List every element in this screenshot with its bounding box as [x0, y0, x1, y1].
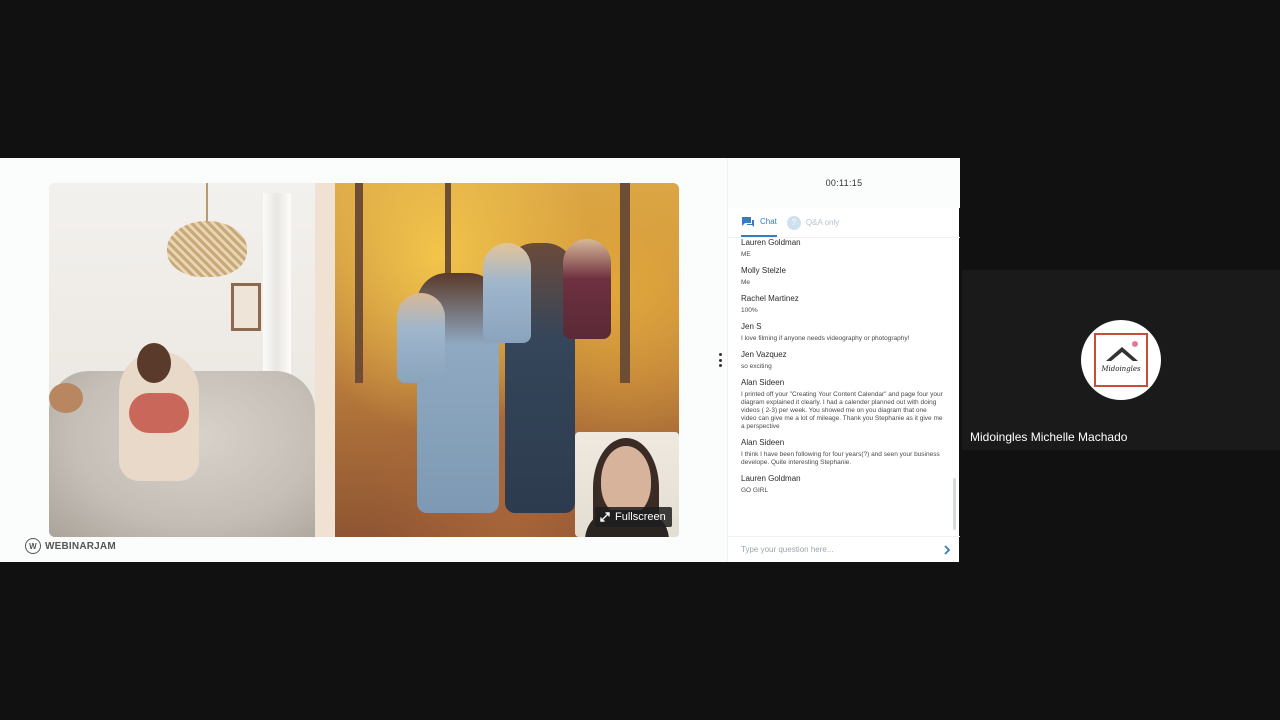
chat-message: Alan Sideen I think I have been followin…: [741, 438, 944, 467]
presenter-face: [601, 446, 651, 516]
message-text: so exciting: [741, 363, 772, 370]
presentation-stage: Fullscreen W WEBINARJAM: [0, 158, 727, 562]
message-author: Molly Stelzle: [741, 266, 786, 275]
chat-message: Rachel Martinez 100%: [741, 294, 944, 315]
participant-name: Midoingles Michelle Machado: [970, 430, 1128, 444]
chat-tabs: Chat ? Q&A only: [728, 208, 960, 238]
message-text: I printed off your "Creating Your Conten…: [741, 391, 943, 430]
question-icon: ?: [786, 215, 801, 230]
teddy-bear: [49, 383, 83, 413]
message-text: GO GIRL: [741, 487, 769, 494]
chat-message: Alan Sideen I printed off your "Creating…: [741, 378, 944, 431]
chat-message: Jen Vazquez so exciting: [741, 350, 944, 371]
message-author: Alan Sideen: [741, 378, 785, 387]
message-text: I think I have been following for four y…: [741, 451, 940, 466]
message-text: Me: [741, 279, 751, 286]
fullscreen-label: Fullscreen: [615, 511, 666, 523]
message-author: Alan Sideen: [741, 438, 785, 447]
avatar-logo-text: Midoingles: [1101, 365, 1141, 373]
session-timer: 00:11:15: [728, 158, 960, 208]
message-author: Lauren Goldman: [741, 474, 801, 483]
chevron-right-icon[interactable]: [942, 544, 952, 555]
mother-head: [137, 343, 171, 383]
message-author: Rachel Martinez: [741, 294, 799, 303]
nursery-photo: [49, 183, 315, 537]
chat-panel: 00:11:15 Chat ? Q&A only Lauren Goldman: [727, 158, 960, 562]
tree-trunk: [620, 183, 630, 383]
tab-qa-label: Q&A only: [805, 218, 840, 227]
chat-message: Jen S I love filming if anyone needs vid…: [741, 322, 944, 343]
chat-scrollbar[interactable]: [953, 478, 956, 530]
fullscreen-button[interactable]: Fullscreen: [595, 507, 672, 527]
question-input-bar: [728, 536, 960, 562]
chat-message: Molly Stelzle Me: [741, 266, 944, 287]
tab-qa-only[interactable]: ? Q&A only: [786, 209, 840, 237]
brand-logo: W WEBINARJAM: [25, 538, 116, 554]
message-text: 100%: [741, 307, 758, 314]
participant-tile[interactable]: Midoingles Midoingles Michelle Machado: [962, 270, 1280, 450]
kebab-menu-icon[interactable]: [717, 353, 723, 367]
participant-avatar: Midoingles: [1081, 320, 1161, 400]
avatar-logo: Midoingles: [1094, 333, 1148, 387]
expand-arrows-icon: [600, 512, 610, 522]
screen: Fullscreen W WEBINARJAM 00:11:15 Chat ? …: [0, 0, 1280, 720]
webinarjam-logo-icon: W: [25, 538, 41, 554]
brand-name: WEBINARJAM: [45, 540, 116, 552]
chat-bubble-icon: [742, 216, 754, 227]
message-text: I love filming if anyone needs videograp…: [741, 335, 910, 342]
photo-divider: [315, 183, 335, 537]
chat-message: Lauren Goldman ME: [741, 238, 944, 259]
family-child: [397, 293, 445, 383]
chat-messages[interactable]: Lauren Goldman ME Molly Stelzle Me Rache…: [728, 238, 960, 534]
webinar-window: Fullscreen W WEBINARJAM 00:11:15 Chat ? …: [0, 158, 960, 562]
house-roof-inner: [1110, 352, 1134, 362]
pendant-lamp: [167, 221, 247, 277]
tab-chat[interactable]: Chat: [741, 209, 777, 237]
tree-trunk: [355, 183, 363, 383]
message-text: ME: [741, 251, 751, 258]
question-input[interactable]: [741, 545, 942, 554]
family-child: [483, 243, 531, 343]
message-author: Lauren Goldman: [741, 238, 801, 247]
chat-message: Lauren Goldman GO GIRL: [741, 474, 944, 495]
wall-frame: [231, 283, 261, 331]
lamp-cord: [206, 183, 208, 223]
message-author: Jen S: [741, 322, 762, 331]
family-child: [563, 239, 611, 339]
heart-dot-icon: [1132, 341, 1138, 347]
tab-chat-label: Chat: [760, 217, 777, 226]
baby-figure: [129, 393, 189, 433]
message-author: Jen Vazquez: [741, 350, 787, 359]
presenter-camera[interactable]: Fullscreen: [575, 432, 679, 537]
